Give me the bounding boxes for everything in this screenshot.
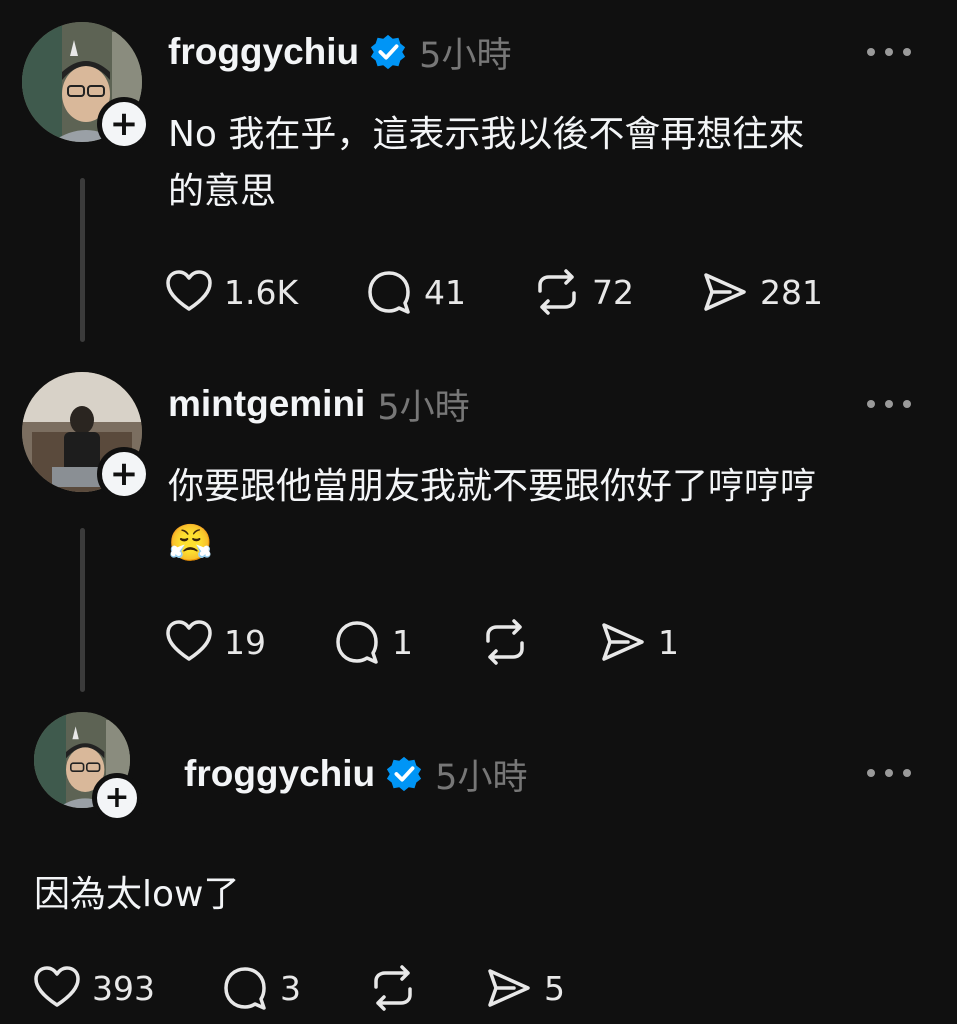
share-icon bbox=[488, 969, 530, 1007]
verified-icon bbox=[371, 34, 406, 70]
more-icon[interactable] bbox=[867, 766, 911, 780]
reply-count: 1 bbox=[392, 622, 413, 662]
post-text: 因為太low了 bbox=[34, 874, 240, 915]
comment-button[interactable]: 1 bbox=[332, 617, 480, 667]
repost-count: 72 bbox=[592, 272, 634, 312]
share-icon bbox=[602, 623, 644, 661]
post-header: mintgemini 5小時 bbox=[168, 376, 470, 432]
verified-icon bbox=[387, 756, 422, 792]
like-button[interactable]: 1.6K bbox=[164, 267, 364, 317]
follow-plus-icon[interactable]: + bbox=[92, 773, 142, 823]
heart-icon bbox=[166, 620, 212, 661]
timestamp: 5小時 bbox=[377, 387, 470, 428]
username[interactable]: froggychiu bbox=[168, 31, 359, 73]
post-text-body: 你要跟他當朋友我就不要跟你好了哼哼哼 bbox=[168, 466, 817, 507]
thread-line bbox=[80, 528, 85, 692]
share-icon bbox=[704, 273, 746, 311]
share-count: 281 bbox=[760, 272, 823, 312]
comment-icon bbox=[368, 271, 410, 314]
username[interactable]: mintgemini bbox=[168, 383, 365, 425]
comment-icon bbox=[224, 967, 266, 1010]
heart-icon bbox=[166, 270, 212, 311]
like-button[interactable]: 19 bbox=[164, 617, 332, 667]
comment-button[interactable]: 41 bbox=[364, 267, 532, 317]
more-icon[interactable] bbox=[867, 45, 911, 59]
share-button[interactable]: 5 bbox=[484, 963, 565, 1013]
like-count: 19 bbox=[224, 622, 266, 662]
post-header: froggychiu 5小時 bbox=[184, 746, 527, 802]
timestamp: 5小時 bbox=[435, 757, 528, 798]
reply-count: 41 bbox=[424, 272, 466, 312]
post-header: froggychiu 5小時 bbox=[168, 24, 511, 80]
username[interactable]: froggychiu bbox=[184, 753, 375, 795]
like-button[interactable]: 393 bbox=[32, 963, 220, 1013]
post-text: 你要跟他當朋友我就不要跟你好了哼哼哼 😤 bbox=[168, 458, 928, 572]
like-count: 1.6K bbox=[224, 272, 299, 312]
like-count: 393 bbox=[92, 968, 155, 1008]
post-2: + mintgemini 5小時 你要跟他當朋友我就不要跟你好了哼哼哼 😤 19… bbox=[0, 350, 957, 700]
repost-button[interactable] bbox=[480, 617, 598, 667]
share-count: 5 bbox=[544, 968, 565, 1008]
more-icon[interactable] bbox=[867, 397, 911, 411]
share-button[interactable]: 1 bbox=[598, 617, 679, 667]
post-1: + froggychiu 5小時 No 我在乎，這表示我以後不會再想往來 的意思… bbox=[0, 0, 957, 350]
repost-button[interactable]: 72 bbox=[532, 267, 700, 317]
thread-line bbox=[80, 178, 85, 342]
repost-icon bbox=[374, 965, 412, 1011]
follow-plus-icon[interactable]: + bbox=[97, 447, 151, 501]
action-bar: 19 1 1 bbox=[164, 614, 679, 670]
repost-button[interactable] bbox=[368, 963, 484, 1013]
comment-icon bbox=[336, 621, 378, 664]
comment-button[interactable]: 3 bbox=[220, 963, 368, 1013]
action-bar: 393 3 5 bbox=[32, 960, 565, 1016]
repost-icon bbox=[538, 269, 576, 315]
share-count: 1 bbox=[658, 622, 679, 662]
emoji: 😤 bbox=[168, 523, 213, 564]
repost-icon bbox=[486, 619, 524, 665]
heart-icon bbox=[34, 966, 80, 1007]
follow-plus-icon[interactable]: + bbox=[97, 97, 151, 151]
reply-count: 3 bbox=[280, 968, 301, 1008]
post-3: + froggychiu 5小時 因為太low了 393 3 5 bbox=[0, 700, 957, 1024]
action-bar: 1.6K 41 72 281 bbox=[164, 264, 823, 320]
timestamp: 5小時 bbox=[419, 35, 512, 76]
post-text: No 我在乎，這表示我以後不會再想往來 的意思 bbox=[168, 114, 805, 212]
share-button[interactable]: 281 bbox=[700, 267, 823, 317]
